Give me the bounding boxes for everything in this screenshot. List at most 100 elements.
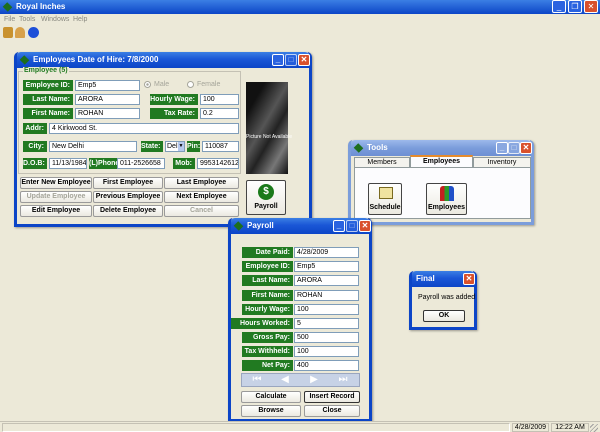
minimize-button[interactable]: _ <box>552 0 566 13</box>
next-employee-button[interactable]: Next Employee <box>164 191 239 203</box>
next-record-icon[interactable]: ▶ <box>301 374 327 386</box>
net-pay-field[interactable]: 400 <box>294 360 359 371</box>
hourly-wage-field[interactable]: 100 <box>200 94 239 105</box>
edit-employee-button[interactable]: Edit Employee <box>20 205 92 217</box>
cancel-button[interactable]: Cancel <box>164 205 239 217</box>
first-name-field[interactable]: ROHAN <box>75 108 140 119</box>
hourly-wage-field[interactable]: 100 <box>294 304 359 315</box>
window-icon <box>19 55 30 65</box>
menu-windows[interactable]: Windows <box>41 14 69 25</box>
minimize-button[interactable]: _ <box>333 220 345 232</box>
first-employee-button[interactable]: First Employee <box>93 177 163 189</box>
hourly-wage-label: Hourly Wage <box>150 94 198 105</box>
male-label: Male <box>154 81 170 88</box>
close-button[interactable]: ✕ <box>359 220 371 232</box>
city-field[interactable]: New Delhi <box>49 141 137 152</box>
radio-selected-icon <box>144 81 151 88</box>
employee-id-label: Employee ID <box>23 80 73 91</box>
phone-field[interactable]: 011-2526658 <box>117 158 165 169</box>
last-name-label: Last Name <box>242 275 293 286</box>
minimize-button[interactable]: _ <box>496 142 508 154</box>
status-date: 4/28/2009 <box>512 423 549 432</box>
dialog-message: Payroll was added <box>418 294 476 301</box>
menu-file[interactable]: File <box>4 14 15 25</box>
radio-icon <box>187 81 194 88</box>
person-tool-icon[interactable] <box>15 27 25 38</box>
close-button[interactable]: ✕ <box>520 142 532 154</box>
city-label: City <box>23 141 47 152</box>
last-name-field[interactable]: ARORA <box>294 275 359 286</box>
previous-employee-button[interactable]: Previous Employee <box>93 191 163 203</box>
male-radio[interactable]: Male <box>144 80 184 91</box>
employee-id-field[interactable]: Emp5 <box>294 261 359 272</box>
employee-photo: Picture Not Available <box>246 82 292 174</box>
delete-employee-button[interactable]: Delete Employee <box>93 205 163 217</box>
close-payroll-button[interactable]: Close <box>304 405 360 417</box>
menu-bar: File Tools Windows Help <box>0 14 600 25</box>
first-record-icon[interactable]: ⏮ <box>244 374 270 386</box>
resize-grip-icon[interactable] <box>590 424 598 432</box>
dob-label: D.O.B <box>23 158 47 169</box>
pin-field[interactable]: 110087 <box>202 141 239 152</box>
pin-label: Pin <box>187 141 200 152</box>
first-name-label: First Name <box>242 290 293 301</box>
mob-field[interactable]: 9953142612 <box>197 158 239 169</box>
net-pay-label: Net Pay <box>242 360 293 371</box>
schedule-button[interactable]: Schedule <box>368 183 402 215</box>
browse-button[interactable]: Browse <box>241 405 301 417</box>
employees-button-label: Employees <box>428 204 465 211</box>
employee-tool-icon[interactable] <box>3 27 13 38</box>
tax-withheld-field[interactable]: 100 <box>294 346 359 357</box>
last-name-field[interactable]: ARORA <box>75 94 140 105</box>
ok-button[interactable]: OK <box>423 310 465 322</box>
minimize-button[interactable]: _ <box>272 54 284 66</box>
hourly-wage-label: Hourly Wage <box>242 304 293 315</box>
state-select[interactable]: Del ▼ <box>165 141 185 152</box>
tools-titlebar: Tools _ □ ✕ <box>351 140 532 156</box>
dialog-titlebar: Final ✕ <box>412 271 475 287</box>
calculate-button[interactable]: Calculate <box>241 391 301 403</box>
maximize-button[interactable]: ❐ <box>568 0 582 13</box>
last-record-icon[interactable]: ⏭ <box>330 374 356 386</box>
maximize-button[interactable]: □ <box>285 54 297 66</box>
menu-help[interactable]: Help <box>73 14 87 25</box>
payroll-button[interactable]: $ Payroll <box>246 180 286 215</box>
maximize-button[interactable]: □ <box>346 220 358 232</box>
payroll-button-label: Payroll <box>254 203 278 210</box>
first-name-field[interactable]: ROHAN <box>294 290 359 301</box>
first-name-label: First Name <box>23 108 73 119</box>
close-button[interactable]: ✕ <box>298 54 310 66</box>
tools-window-title: Tools <box>367 143 388 152</box>
previous-record-icon[interactable]: ◀ <box>272 374 298 386</box>
enter-new-employee-button[interactable]: Enter New Employee <box>20 177 92 189</box>
gross-pay-label: Gross Pay <box>242 332 293 343</box>
tab-inventory[interactable]: Inventory <box>473 157 531 167</box>
employees-button[interactable]: Employees <box>426 183 467 215</box>
update-employee-button[interactable]: Update Employee <box>20 191 92 203</box>
hours-worked-field[interactable]: 5 <box>294 318 359 329</box>
tax-rate-field[interactable]: 0.2 <box>200 108 239 119</box>
menu-tools[interactable]: Tools <box>19 14 35 25</box>
mob-label: Mob <box>173 158 195 169</box>
close-button[interactable]: ✕ <box>463 273 475 285</box>
last-employee-button[interactable]: Last Employee <box>164 177 239 189</box>
insert-record-button[interactable]: Insert Record <box>304 391 360 403</box>
employees-window: Employees Date of Hire: 7/8/2000 _ □ ✕ E… <box>14 52 312 227</box>
employee-id-field[interactable]: Emp5 <box>75 80 140 91</box>
dob-field[interactable]: 11/13/1984 <box>49 158 87 169</box>
app-icon <box>2 2 13 12</box>
schedule-button-label: Schedule <box>369 204 401 211</box>
gross-pay-field[interactable]: 500 <box>294 332 359 343</box>
status-panel-main <box>2 423 510 432</box>
addr-field[interactable]: 4 Kirkwood St. <box>49 123 239 134</box>
dialog-title: Final <box>416 274 435 283</box>
tab-members[interactable]: Members <box>354 157 410 167</box>
maximize-button[interactable]: □ <box>508 142 520 154</box>
date-paid-field[interactable]: 4/28/2009 <box>294 247 359 258</box>
female-radio[interactable]: Female <box>187 80 231 91</box>
close-button[interactable]: ✕ <box>584 0 598 13</box>
app-titlebar: Royal Inches _ ❐ ✕ <box>0 0 600 14</box>
globe-tool-icon[interactable] <box>28 27 39 38</box>
payroll-window-title: Payroll <box>247 221 274 230</box>
addr-label: Addr <box>23 123 47 134</box>
